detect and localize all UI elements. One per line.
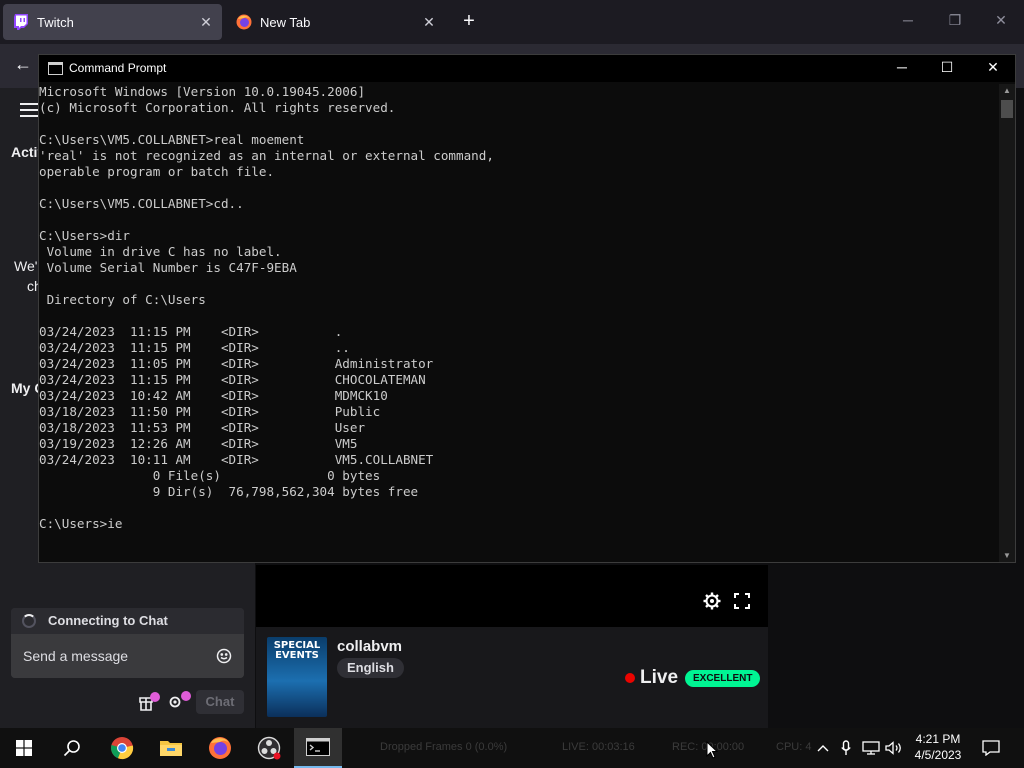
tab-new-tab[interactable]: New Tab ✕ (226, 4, 445, 40)
chat-message-input[interactable] (11, 634, 244, 678)
restore-icon[interactable]: ❐ (945, 12, 965, 29)
scroll-down-icon[interactable]: ▼ (1003, 551, 1011, 560)
close-window-icon[interactable]: ✕ (991, 12, 1011, 29)
video-player-controls (256, 565, 768, 627)
console-line: 03/24/2023 11:15 PM <DIR> . (39, 324, 343, 339)
cmd-maximize-icon[interactable]: ☐ (937, 59, 957, 76)
console-line: 03/18/2023 11:50 PM <DIR> Public (39, 404, 381, 419)
console-line: (c) Microsoft Corporation. All rights re… (39, 100, 396, 115)
tab-label: New Tab (260, 14, 311, 30)
console-line: Microsoft Windows [Version 10.0.19045.20… (39, 84, 366, 99)
channel-avatar[interactable]: SPECIAL EVENTS (267, 637, 327, 717)
console-line: C:\Users\VM5.COLLABNET>real moement (39, 132, 305, 147)
twitch-icon (13, 14, 29, 30)
chat-send-button[interactable]: Chat (196, 690, 244, 714)
console-line: Directory of C:\Users (39, 292, 206, 307)
firefox-taskbar-icon[interactable] (196, 728, 244, 768)
cmd-text: Microsoft Windows [Version 10.0.19045.20… (39, 84, 999, 532)
network-icon[interactable] (860, 728, 882, 768)
sidebar-text-fragment: We' (14, 258, 38, 274)
chrome-icon[interactable] (98, 728, 146, 768)
console-line: 03/24/2023 11:05 PM <DIR> Administrator (39, 356, 434, 371)
notifications-icon[interactable] (980, 728, 1002, 768)
obs-cpu: CPU: 4 (776, 741, 812, 753)
tab-twitch[interactable]: Twitch ✕ (3, 4, 222, 40)
twitch-right-panel (768, 565, 1024, 728)
fullscreen-icon[interactable] (732, 591, 752, 611)
console-line: 03/19/2023 12:26 AM <DIR> VM5 (39, 436, 358, 451)
avatar-text: SPECIAL EVENTS (273, 640, 321, 661)
console-line: 03/18/2023 11:53 PM <DIR> User (39, 420, 366, 435)
console-line: 'real' is not recognized as an internal … (39, 148, 494, 163)
menu-icon[interactable] (20, 103, 38, 117)
cmd-console-output[interactable]: Microsoft Windows [Version 10.0.19045.20… (39, 84, 999, 562)
obs-dropped-frames: Dropped Frames 0 (0.0%) (380, 741, 508, 753)
tab-label: Twitch (37, 14, 74, 30)
console-line: 03/24/2023 11:15 PM <DIR> .. (39, 340, 350, 355)
clock-date: 4/5/2023 (914, 748, 962, 762)
command-prompt-window[interactable]: Command Prompt ─ ☐ ✕ Microsoft Windows [… (38, 54, 1016, 563)
close-icon[interactable]: ✕ (421, 14, 437, 30)
emoji-icon[interactable] (216, 648, 232, 664)
console-line: 03/24/2023 11:15 PM <DIR> CHOCOLATEMAN (39, 372, 426, 387)
search-icon[interactable] (48, 728, 96, 768)
console-line: C:\Users\VM5.COLLABNET>cd.. (39, 196, 244, 211)
screen: Twitch ✕ New Tab ✕ + ─ ❐ ✕ ← Activ We' c… (0, 0, 1024, 768)
mouse-cursor-icon (706, 740, 719, 759)
close-icon[interactable]: ✕ (198, 14, 214, 30)
rewards-icon[interactable] (139, 697, 153, 711)
new-tab-button[interactable]: + (458, 11, 480, 33)
chat-settings-icon[interactable] (169, 696, 181, 708)
scroll-thumb[interactable] (1001, 100, 1013, 118)
console-line: 9 Dir(s) 76,798,562,304 bytes free (39, 484, 419, 499)
console-line: Volume in drive C has no label. (39, 244, 282, 259)
minimize-icon[interactable]: ─ (898, 12, 918, 28)
system-clock[interactable]: 4:21 PM 4/5/2023 (908, 731, 968, 763)
cmd-scrollbar[interactable]: ▲ ▼ (999, 84, 1015, 562)
cmd-close-icon[interactable]: ✕ (983, 59, 1003, 76)
obs-icon[interactable] (245, 728, 293, 768)
obs-live-timer: LIVE: 00:03:16 (562, 741, 635, 753)
console-line: 0 File(s) 0 bytes (39, 468, 381, 483)
clock-time: 4:21 PM (915, 732, 961, 746)
microphone-icon[interactable] (838, 728, 854, 768)
start-windows-icon[interactable] (0, 728, 48, 768)
console-line: 03/24/2023 10:11 AM <DIR> VM5.COLLABNET (39, 452, 434, 467)
quality-badge: EXCELLENT (685, 670, 761, 687)
file-explorer-icon[interactable] (147, 728, 195, 768)
connecting-text: Connecting to Chat (48, 613, 168, 628)
console-line: Volume Serial Number is C47F-9EBA (39, 260, 297, 275)
firefox-icon (236, 14, 252, 30)
live-indicator-dot (625, 673, 635, 683)
cmd-app-icon (48, 62, 63, 75)
console-line: C:\Users>ie (39, 516, 123, 531)
console-line: C:\Users>dir (39, 228, 130, 243)
cmd-title: Command Prompt (69, 61, 167, 75)
console-line: 03/24/2023 10:42 AM <DIR> MDMCK10 (39, 388, 388, 403)
channel-name[interactable]: collabvm (337, 638, 402, 655)
loading-spinner-icon (22, 614, 36, 628)
language-tag[interactable]: English (337, 658, 404, 678)
volume-icon[interactable] (884, 728, 904, 768)
command-prompt-taskbar-icon[interactable] (294, 728, 342, 768)
settings-gear-icon[interactable] (702, 591, 722, 611)
console-line: operable program or batch file. (39, 164, 275, 179)
scroll-up-icon[interactable]: ▲ (1003, 86, 1011, 95)
back-arrow-icon[interactable]: ← (14, 54, 32, 75)
cmd-title-bar[interactable]: Command Prompt ─ ☐ ✕ (39, 55, 1015, 82)
chevron-up-icon[interactable] (814, 728, 832, 768)
live-label: Live (640, 667, 679, 688)
cmd-minimize-icon[interactable]: ─ (892, 59, 912, 75)
